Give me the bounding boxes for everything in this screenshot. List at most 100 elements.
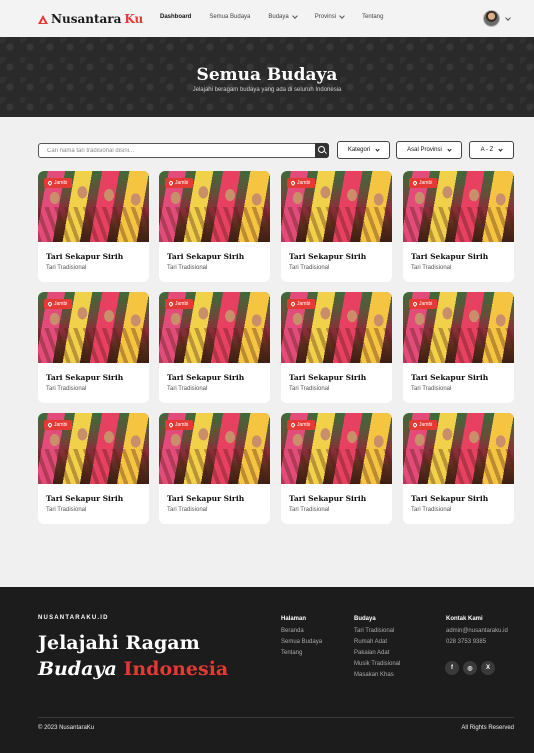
kategori-select[interactable]: Kategori — [337, 141, 390, 159]
nav-tentang[interactable]: Tentang — [362, 14, 383, 20]
card-title: Tari Sekapur Sirih — [167, 373, 245, 382]
province-badge: Jambi — [287, 420, 316, 430]
footer-halaman-title: Halaman — [281, 616, 307, 622]
chevron-down-icon — [447, 146, 452, 152]
provinsi-select[interactable]: Asal Provinsi — [396, 141, 462, 159]
chevron-down-icon — [375, 146, 380, 152]
culture-card[interactable]: Jambi Tari Sekapur Sirih Tari Tradisional — [281, 171, 392, 282]
footer-kontak: Kontak Kami admin@nusantaraku.id 028 375… — [446, 616, 508, 650]
footer-link-tari[interactable]: Tari Tradisional — [354, 628, 400, 634]
province-badge: Jambi — [165, 178, 194, 188]
card-category: Tari Tradisional — [411, 386, 452, 392]
footer-kontak-title: Kontak Kami — [446, 616, 483, 622]
brand-logo[interactable]: Nusantara Ku — [38, 12, 143, 26]
province-badge: Jambi — [165, 299, 194, 309]
footer-divider — [38, 717, 514, 718]
culture-card[interactable]: Jambi Tari Sekapur Sirih Tari Tradisional — [281, 292, 392, 403]
location-pin-icon — [168, 422, 174, 428]
card-title: Tari Sekapur Sirih — [167, 494, 245, 503]
footer: NUSANTARAKU.ID Jelajahi Ragam Budaya Ind… — [0, 587, 534, 753]
province-badge: Jambi — [44, 299, 73, 309]
footer-link-pakaian[interactable]: Pakaian Adat — [354, 650, 400, 656]
chevron-down-icon — [339, 13, 345, 19]
card-category: Tari Tradisional — [46, 265, 87, 271]
culture-card[interactable]: Jambi Tari Sekapur Sirih Tari Tradisional — [403, 292, 514, 403]
brand-name: Nusantara — [51, 12, 122, 26]
culture-card[interactable]: Jambi Tari Sekapur Sirih Tari Tradisional — [281, 413, 392, 524]
footer-halaman: Halaman Beranda Semua Budaya Tentang — [281, 616, 322, 661]
culture-card[interactable]: Jambi Tari Sekapur Sirih Tari Tradisional — [159, 292, 270, 403]
location-pin-icon — [412, 180, 418, 186]
instagram-icon[interactable]: ◎ — [463, 661, 477, 675]
footer-link-semua-budaya[interactable]: Semua Budaya — [281, 639, 322, 645]
card-title: Tari Sekapur Sirih — [289, 252, 367, 261]
footer-brand: NUSANTARAKU.ID — [38, 615, 109, 621]
card-title: Tari Sekapur Sirih — [289, 373, 367, 382]
chevron-down-icon — [291, 13, 298, 19]
card-category: Tari Tradisional — [167, 386, 208, 392]
card-title: Tari Sekapur Sirih — [289, 494, 367, 503]
location-pin-icon — [412, 301, 418, 307]
culture-card[interactable]: Jambi Tari Sekapur Sirih Tari Tradisional — [38, 413, 149, 524]
chevron-down-icon — [505, 14, 511, 21]
search-icon[interactable] — [315, 143, 329, 158]
x-twitter-icon[interactable]: X — [481, 661, 495, 675]
culture-card[interactable]: Jambi Tari Sekapur Sirih Tari Tradisional — [159, 171, 270, 282]
location-pin-icon — [412, 422, 418, 428]
footer-link-beranda[interactable]: Beranda — [281, 628, 322, 634]
card-category: Tari Tradisional — [411, 265, 452, 271]
search-input[interactable] — [39, 144, 309, 157]
card-category: Tari Tradisional — [167, 265, 208, 271]
location-pin-icon — [47, 301, 53, 307]
card-category: Tari Tradisional — [289, 507, 330, 513]
culture-card[interactable]: Jambi Tari Sekapur Sirih Tari Tradisional — [403, 413, 514, 524]
card-category: Tari Tradisional — [289, 265, 330, 271]
facebook-icon[interactable]: f — [445, 661, 459, 675]
rights-reserved: All Rights Reserved — [461, 725, 514, 731]
sort-select[interactable]: A - Z — [469, 141, 514, 159]
location-pin-icon — [47, 422, 53, 428]
brand-accent: Ku — [124, 12, 144, 26]
card-category: Tari Tradisional — [289, 386, 330, 392]
footer-headline-1: Jelajahi Ragam — [38, 632, 200, 654]
card-title: Tari Sekapur Sirih — [411, 252, 489, 261]
province-badge: Jambi — [287, 178, 316, 188]
footer-link-musik[interactable]: Musik Tradisional — [354, 661, 400, 667]
culture-card[interactable]: Jambi Tari Sekapur Sirih Tari Tradisional — [403, 171, 514, 282]
footer-link-masakan[interactable]: Masakan Khas — [354, 672, 400, 678]
nav-budaya-dropdown[interactable]: Budaya — [268, 13, 298, 20]
location-pin-icon — [47, 180, 53, 186]
location-pin-icon — [168, 301, 174, 307]
card-category: Tari Tradisional — [411, 507, 452, 513]
card-category: Tari Tradisional — [46, 507, 87, 513]
footer-headline-2: Budaya Indonesia — [38, 658, 228, 680]
footer-budaya: Budaya Tari Tradisional Rumah Adat Pakai… — [354, 616, 400, 683]
user-menu[interactable] — [483, 10, 511, 27]
navbar: Nusantara Ku Dashboard Semua Budaya Buday… — [0, 0, 534, 37]
location-pin-icon — [290, 422, 296, 428]
card-title: Tari Sekapur Sirih — [46, 252, 124, 261]
province-badge: Jambi — [44, 178, 73, 188]
location-pin-icon — [290, 180, 296, 186]
location-pin-icon — [168, 180, 174, 186]
page-title: Semua Budaya — [196, 65, 338, 85]
card-category: Tari Tradisional — [167, 507, 208, 513]
province-badge: Jambi — [165, 420, 194, 430]
nav-semua-budaya[interactable]: Semua Budaya — [209, 14, 250, 20]
footer-link-rumah[interactable]: Rumah Adat — [354, 639, 400, 645]
nav-links: Dashboard Semua Budaya Budaya Provinsi T… — [160, 13, 401, 20]
footer-link-tentang[interactable]: Tentang — [281, 650, 322, 656]
culture-card[interactable]: Jambi Tari Sekapur Sirih Tari Tradisional — [38, 171, 149, 282]
nav-dashboard[interactable]: Dashboard — [160, 14, 191, 20]
province-badge: Jambi — [409, 299, 438, 309]
nav-provinsi-dropdown[interactable]: Provinsi — [315, 13, 345, 20]
card-title: Tari Sekapur Sirih — [411, 373, 489, 382]
avatar — [483, 10, 500, 27]
search-bar — [38, 143, 329, 158]
culture-card[interactable]: Jambi Tari Sekapur Sirih Tari Tradisional — [38, 292, 149, 403]
province-badge: Jambi — [409, 420, 438, 430]
card-title: Tari Sekapur Sirih — [167, 252, 245, 261]
mountain-logo-icon — [38, 14, 48, 24]
culture-card[interactable]: Jambi Tari Sekapur Sirih Tari Tradisional — [159, 413, 270, 524]
footer-email[interactable]: admin@nusantaraku.id — [446, 628, 508, 634]
